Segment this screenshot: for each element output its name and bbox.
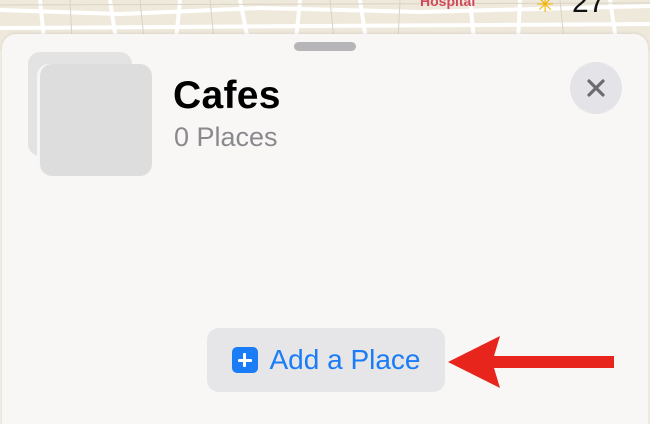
- collection-subtitle: 0 Places: [174, 122, 278, 152]
- left-arrow-icon: [448, 336, 614, 388]
- map-poi-label[interactable]: Hospital: [420, 0, 475, 9]
- close-button[interactable]: [570, 62, 622, 114]
- temperature-label: 27: [572, 0, 606, 19]
- close-icon: [587, 79, 605, 97]
- plus-square-icon: [231, 347, 258, 373]
- collection-thumbnail: [40, 64, 152, 176]
- maps-screen: Hospital ✳ 27 Cafes 0 Places Add a Place: [0, 0, 650, 424]
- add-place-label: Add a Place: [269, 344, 421, 375]
- sun-icon: ✳: [536, 0, 555, 17]
- grabber-handle[interactable]: [294, 42, 356, 51]
- collection-title: Cafes: [173, 74, 281, 117]
- add-place-button[interactable]: Add a Place: [207, 328, 445, 392]
